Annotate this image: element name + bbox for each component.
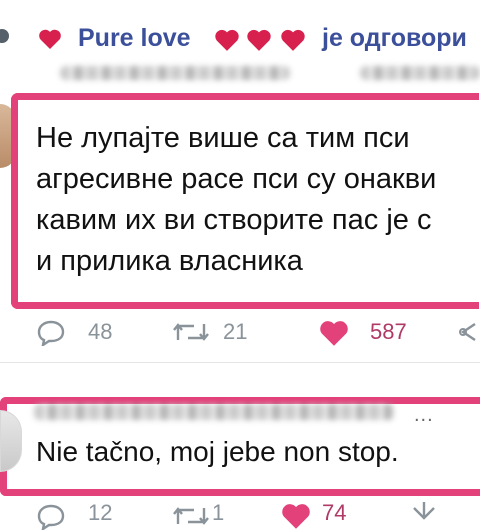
tweet-line: агресивне расе пси су онакви <box>36 163 437 195</box>
retweet-count: 1 <box>212 500 225 525</box>
tweet-line: кавим их ви створите пас је с <box>36 204 432 236</box>
reply-count: 12 <box>88 500 113 525</box>
heart-icon <box>214 28 240 52</box>
reply-icon[interactable] <box>36 502 66 530</box>
tweet-line: и прилика власника <box>36 245 303 277</box>
heart-icon <box>246 28 272 52</box>
heart-icon[interactable] <box>318 319 350 347</box>
blurred-handle <box>360 66 480 80</box>
retweet-icon[interactable] <box>172 318 210 346</box>
blurred-handle <box>34 404 394 420</box>
tweet-line: Не лупајте више са тим пси <box>36 122 410 154</box>
reply-icon[interactable] <box>36 318 66 346</box>
retweet-count: 21 <box>223 319 248 344</box>
heart-icon[interactable] <box>280 502 312 530</box>
reply-count: 48 <box>88 319 113 344</box>
heart-icon <box>280 28 306 52</box>
retweet-icon[interactable] <box>172 502 210 530</box>
blurred-handle <box>60 66 290 80</box>
share-icon[interactable] <box>455 318 480 346</box>
reply-context-header: Pure love је одговори <box>0 0 480 84</box>
like-count: 587 <box>370 319 407 344</box>
more-icon[interactable]: ... <box>414 404 434 427</box>
heart-icon <box>38 28 62 50</box>
share-icon[interactable] <box>410 500 438 526</box>
tweet-text: Не лупајте више са тим пси агресивне рас… <box>36 118 480 282</box>
replied-label: је одговори <box>322 24 467 52</box>
like-count: 74 <box>322 500 347 525</box>
reply-context-icon <box>0 26 14 46</box>
username-link[interactable]: Pure love <box>78 24 191 53</box>
divider <box>0 362 480 363</box>
reply-text: Nie tačno, moj jebe non stop. <box>36 436 399 467</box>
